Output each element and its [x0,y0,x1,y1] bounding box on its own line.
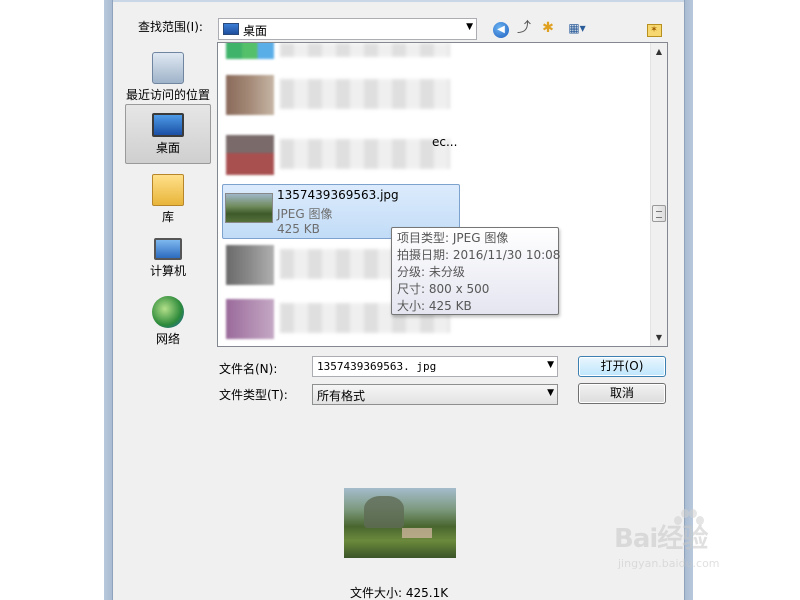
tooltip-rating: 分级: 未分级 [397,265,465,279]
computer-icon [154,238,182,260]
look-in-label: 查找范围(I): [138,20,203,34]
look-in-combobox[interactable]: 桌面 ▼ [218,18,477,40]
back-button[interactable]: ◀ [492,18,510,38]
place-label: 最近访问的位置 [125,88,210,102]
tooltip-date-taken: 拍摄日期: 2016/11/30 10:08 [397,248,561,262]
file-name-label: 文件名(N): [219,362,278,376]
window-left-border [104,0,113,600]
file-type-value: 所有格式 [317,389,366,403]
blurred-thumbnail [226,245,274,285]
blurred-text [280,139,450,169]
place-label: 网络 [155,332,180,346]
blurred-text [280,43,450,57]
view-grid-icon: ▦▾ [568,21,586,35]
places-bar: 最近访问的位置 桌面 库 计算机 网络 [113,42,213,347]
list-item[interactable] [222,75,462,119]
file-type: JPEG 图像 [277,207,333,221]
blurred-thumbnail [226,75,274,115]
back-arrow-icon: ◀ [493,22,509,38]
jpeg-thumbnail-icon [225,193,273,223]
blurred-text [280,79,450,109]
place-library[interactable]: 库 [125,170,211,230]
scroll-up-arrow-icon[interactable]: ▲ [651,43,667,60]
desktop-icon [152,113,184,137]
place-computer[interactable]: 计算机 [125,230,211,290]
place-label: 计算机 [149,264,186,278]
place-label: 库 [161,210,174,224]
blurred-fragment: ec... [432,135,458,149]
chevron-down-icon[interactable]: ▼ [547,388,554,398]
look-in-value: 桌面 [243,24,268,38]
new-folder-icon: ✱ [542,20,554,36]
file-info-tooltip: 项目类型: JPEG 图像 拍摄日期: 2016/11/30 10:08 分级:… [391,227,561,315]
vertical-scrollbar[interactable]: ▲ ▼ [650,43,667,346]
scroll-thumb[interactable] [652,205,666,222]
favorite-folder-icon: ✶ [646,24,662,37]
paw-logo-icon [672,506,704,536]
watermark-url: jingyan.baidu.com [618,557,720,570]
place-desktop[interactable]: 桌面 [125,104,211,164]
place-network[interactable]: 网络 [125,292,211,352]
place-label: 桌面 [155,141,180,155]
tooltip-size: 大小: 425 KB [397,299,472,313]
blurred-thumbnail [226,299,274,339]
cancel-button[interactable]: 取消 [578,383,666,404]
chevron-down-icon[interactable]: ▼ [466,22,473,32]
baidu-jingyan-watermark: Bai经验 jingyan.baidu.com [614,509,764,588]
file-name-input[interactable]: 1357439369563. jpg ▼ [312,356,558,377]
file-size: 425 KB [277,222,320,236]
scroll-down-arrow-icon[interactable]: ▼ [651,329,667,346]
new-folder-button[interactable]: ✱ [538,18,558,38]
chevron-down-icon[interactable]: ▼ [547,360,554,370]
file-type-label: 文件类型(T): [219,388,288,402]
recent-places-icon [152,52,184,84]
up-folder-button[interactable]: ⤴ [515,18,533,38]
tooltip-item-type: 项目类型: JPEG 图像 [397,231,509,245]
image-preview [344,488,456,558]
open-button[interactable]: 打开(O) [578,356,666,377]
dialog-top-edge [113,0,684,2]
file-name: 1357439369563.jpg [277,188,399,202]
preview-file-size: 文件大小: 425.1K [350,586,449,600]
list-item[interactable]: ec... [222,135,462,179]
library-icon [152,174,184,206]
file-name-value: 1357439369563. jpg [317,360,437,373]
file-type-select[interactable]: 所有格式 ▼ [312,384,558,405]
view-menu-button[interactable]: ▦▾ [562,18,592,38]
blurred-thumbnail [226,43,274,59]
network-icon [152,296,184,328]
up-folder-icon: ⤴ [517,20,531,36]
desktop-folder-icon [223,23,239,35]
tooltip-dimensions: 尺寸: 800 x 500 [397,282,490,296]
blurred-thumbnail [226,135,274,175]
place-recent[interactable]: 最近访问的位置 [125,48,211,108]
favorites-button[interactable]: ✶ [645,18,663,38]
